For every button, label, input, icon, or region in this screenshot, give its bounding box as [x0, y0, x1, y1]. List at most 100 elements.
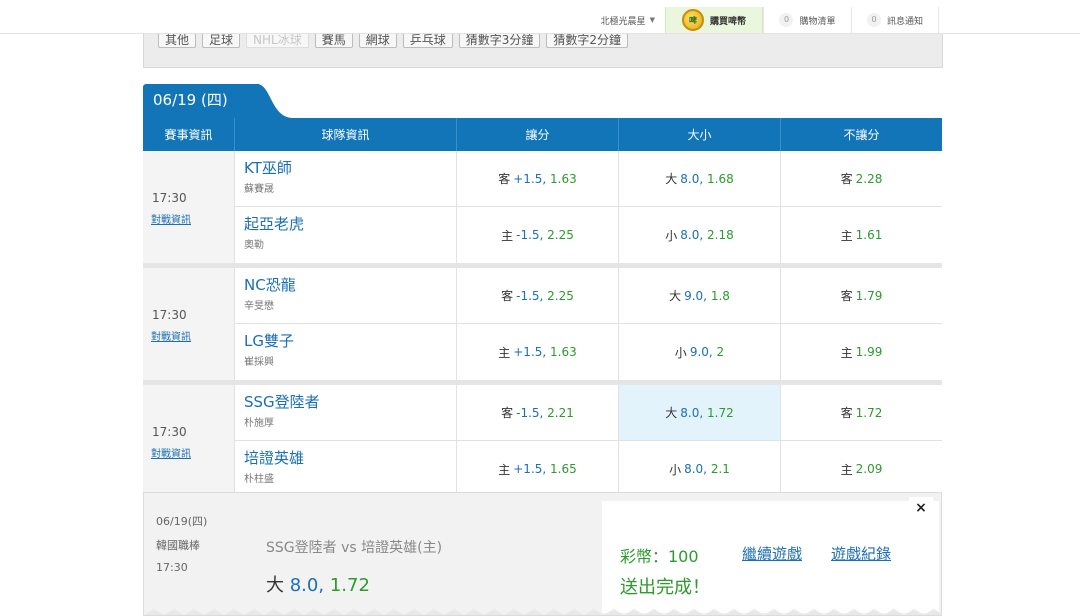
odds-line: +1.5, — [513, 462, 547, 476]
header-event-info: 賽事資訊 — [143, 118, 235, 151]
side-tag: 主 — [501, 228, 514, 243]
game-row: 17:30 對戰資訊 KT巫師 蘇賽晟 客 +1.5, 1.63 大 8.0, … — [143, 151, 942, 268]
pick-tag: 大 — [266, 575, 284, 596]
spread-odds-cell[interactable]: 主 +1.5, 1.63 — [457, 324, 619, 380]
shopping-list-button[interactable]: 0 購物清單 — [763, 7, 851, 33]
spread-odds-cell[interactable]: 客 -1.5, 2.21 — [457, 385, 619, 440]
top-bar: 北極光晨星 ▼ 啤 購買啤幣 0 購物清單 0 訊息通知 — [0, 0, 1080, 34]
odds-value: 1.63 — [550, 345, 577, 359]
odds-value: 2.18 — [707, 228, 734, 242]
side-tag: 客 — [840, 289, 853, 303]
odds-value: 2.25 — [547, 228, 574, 242]
team-row: 培證英雄 朴柱盛 主 +1.5, 1.65 小 8.0, 2.1 主 2.09 — [235, 441, 942, 497]
moneyline-odds-cell[interactable]: 客 1.79 — [781, 268, 942, 323]
matchup-info-link[interactable]: 對戰資訊 — [151, 328, 191, 343]
bet-result-box: 彩幣：100 繼續遊戲 遊戲紀錄 送出完成！ — [602, 501, 939, 613]
team-name: KT巫師 — [244, 159, 292, 177]
header-over-under: 大小 — [619, 118, 781, 151]
pick-line: 8.0, — [289, 575, 325, 596]
odds-line: -1.5, — [516, 405, 544, 420]
side-tag: 主 — [498, 462, 511, 477]
header-spread: 讓分 — [457, 118, 619, 151]
over-under-odds-cell[interactable]: 小 8.0, 2.18 — [619, 207, 781, 263]
odds-line: +1.5, — [513, 171, 547, 186]
side-tag: 主 — [498, 345, 511, 360]
moneyline-odds-cell[interactable]: 客 1.72 — [781, 385, 942, 440]
odds-line: +1.5, — [513, 345, 547, 359]
team-info: KT巫師 蘇賽晟 — [235, 151, 457, 206]
team-row: NC恐龍 辛旻懋 客 -1.5, 2.25 大 9.0, 1.8 客 1.79 — [235, 268, 942, 324]
bet-date: 06/19(四) — [156, 515, 208, 528]
odds-value: 2.1 — [710, 462, 730, 476]
game-time: 17:30 — [152, 191, 187, 205]
odds-line: 9.0, — [684, 288, 707, 303]
odds-value: 2.28 — [855, 171, 883, 186]
team-row: SSG登陸者 朴施厚 客 -1.5, 2.21 大 8.0, 1.72 客 1.… — [235, 385, 942, 441]
pick-value: 1.72 — [329, 575, 370, 596]
game-row: 17:30 對戰資訊 SSG登陸者 朴施厚 客 -1.5, 2.21 大 8.0… — [143, 385, 942, 502]
bet-pick: 大 8.0, 1.72 — [266, 571, 370, 597]
odds-line: 8.0, — [684, 462, 707, 476]
team-name: 起亞老虎 — [244, 215, 305, 233]
odds-value: 2.25 — [547, 288, 574, 303]
torn-edge-decoration — [144, 609, 943, 615]
side-tag: 主 — [840, 462, 853, 477]
continue-game-link[interactable]: 繼續遊戲 — [742, 543, 802, 564]
odds-value: 1.68 — [707, 171, 734, 186]
over-under-odds-cell-selected[interactable]: 大 8.0, 1.72 — [619, 385, 781, 440]
odds-value: 1.99 — [855, 345, 883, 359]
spread-odds-cell[interactable]: 客 -1.5, 2.25 — [457, 268, 619, 323]
side-tag: 客 — [498, 172, 511, 186]
event-info: 17:30 對戰資訊 — [143, 151, 235, 263]
team-info: NC恐龍 辛旻懋 — [235, 268, 457, 323]
side-tag: 主 — [840, 228, 853, 243]
odds-value: 1.72 — [707, 405, 734, 420]
date-tab-curve — [257, 84, 293, 118]
spread-odds-cell[interactable]: 主 -1.5, 2.25 — [457, 207, 619, 263]
buy-coins-button[interactable]: 啤 購買啤幣 — [665, 7, 763, 33]
game-history-link[interactable]: 遊戲紀錄 — [831, 543, 891, 564]
over-under-odds-cell[interactable]: 小 8.0, 2.1 — [619, 441, 781, 497]
pitcher-name: 朴柱盛 — [244, 474, 274, 485]
odds-value: 1.8 — [710, 288, 730, 303]
bet-league: 韓國職棒 — [156, 539, 200, 552]
matchup-info-link[interactable]: 對戰資訊 — [151, 211, 191, 226]
team-name: 培證英雄 — [244, 449, 305, 467]
shopping-list-label: 購物清單 — [799, 16, 836, 27]
moneyline-odds-cell[interactable]: 主 2.09 — [781, 441, 942, 497]
side-tag: 客 — [501, 289, 514, 303]
moneyline-odds-cell[interactable]: 主 1.61 — [781, 207, 942, 263]
team-row: KT巫師 蘇賽晟 客 +1.5, 1.63 大 8.0, 1.68 客 2.28 — [235, 151, 942, 207]
spread-odds-cell[interactable]: 客 +1.5, 1.63 — [457, 151, 619, 206]
over-under-odds-cell[interactable]: 大 8.0, 1.68 — [619, 151, 781, 206]
coin-icon: 啤 — [681, 9, 704, 31]
matchup-info-link[interactable]: 對戰資訊 — [151, 445, 191, 460]
odds-line: 8.0, — [680, 228, 704, 242]
side-tag: 客 — [501, 406, 514, 420]
user-menu[interactable]: 北極光晨星 ▼ — [570, 7, 665, 33]
game-time: 17:30 — [152, 308, 187, 322]
side-tag: 大 — [665, 406, 678, 420]
notifications-button[interactable]: 0 訊息通知 — [851, 7, 939, 33]
bet-confirmation-panel: 06/19(四) 韓國職棒 17:30 SSG登陸者 vs 培證英雄(主) 大 … — [143, 492, 943, 616]
moneyline-odds-cell[interactable]: 客 2.28 — [781, 151, 942, 206]
odds-value: 1.61 — [855, 228, 883, 242]
pitcher-name: 辛旻懋 — [244, 301, 274, 312]
pitcher-name: 崔採興 — [244, 357, 274, 368]
header-team-info: 球隊資訊 — [235, 118, 457, 151]
over-under-odds-cell[interactable]: 小 9.0, 2 — [619, 324, 781, 380]
odds-line: -1.5, — [516, 228, 544, 242]
over-under-odds-cell[interactable]: 大 9.0, 1.8 — [619, 268, 781, 323]
spread-odds-cell[interactable]: 主 +1.5, 1.65 — [457, 441, 619, 497]
team-name: SSG登陸者 — [244, 393, 320, 411]
notifications-label: 訊息通知 — [886, 16, 923, 27]
team-info: 起亞老虎 奧勒 — [235, 207, 457, 263]
buy-coins-label: 購買啤幣 — [709, 16, 746, 27]
moneyline-odds-cell[interactable]: 主 1.99 — [781, 324, 942, 380]
coin-balance: 彩幣：100 — [620, 547, 699, 566]
bet-matchup: SSG登陸者 vs 培證英雄(主) — [266, 540, 443, 556]
close-icon[interactable]: × — [909, 497, 933, 521]
side-tag: 大 — [669, 289, 682, 303]
side-tag: 小 — [665, 228, 678, 243]
side-tag: 主 — [840, 345, 853, 360]
